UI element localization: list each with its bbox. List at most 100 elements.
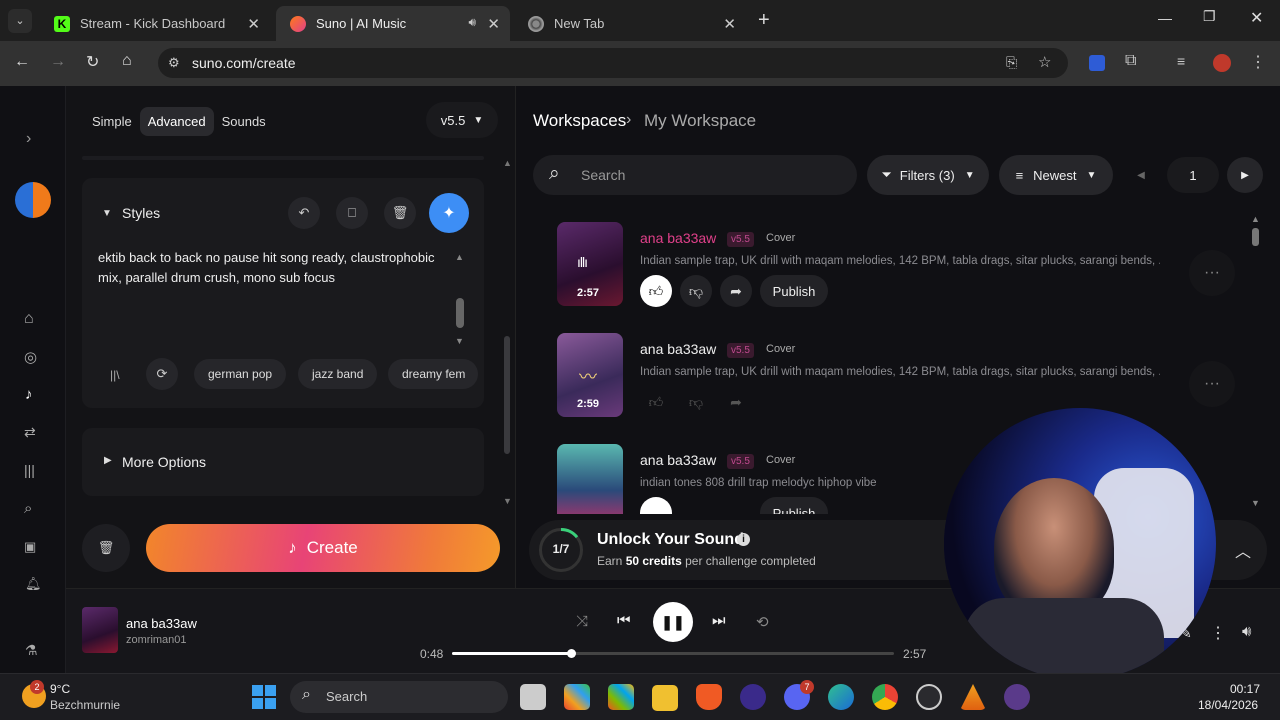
search-icon[interactable]: ⌕ (24, 500, 32, 517)
seek-bar[interactable] (452, 649, 894, 658)
chevron-up-icon[interactable]: ︿ (1235, 538, 1251, 562)
profile-avatar[interactable] (1213, 54, 1231, 72)
version-select[interactable]: v5.5 ▼ (426, 102, 498, 138)
shuffle-icon[interactable]: ⤨ (576, 613, 588, 630)
tab-suno[interactable]: Suno | AI Music 🔊︎ ✕ (276, 6, 510, 41)
publish-button[interactable]: Publish (760, 497, 828, 514)
clock-time[interactable]: 00:17 (1230, 682, 1260, 696)
install-icon[interactable]: ⎘ (1006, 54, 1017, 71)
brave-icon[interactable] (696, 684, 722, 710)
user-avatar[interactable] (15, 182, 51, 218)
widgets-icon[interactable] (564, 684, 590, 710)
site-info-icon[interactable]: ⚙ (168, 55, 180, 71)
more-options-icon[interactable]: ··· (1189, 361, 1235, 407)
extensions-icon[interactable]: ⧉ (1125, 52, 1136, 70)
info-icon[interactable]: i (737, 533, 750, 546)
trash-icon[interactable]: 🗑︎ (384, 197, 416, 229)
panel-scrollbar-down[interactable]: ▼ (503, 496, 512, 506)
media-control-icon[interactable]: ≡ (1177, 53, 1185, 69)
player-cover[interactable] (82, 607, 118, 653)
player-artist[interactable]: zomriman01 (126, 634, 187, 646)
edge-icon[interactable] (828, 684, 854, 710)
scroll-down-icon[interactable]: ▼ (455, 336, 464, 346)
library-icon[interactable]: ||| (24, 462, 35, 478)
vlc-icon[interactable] (960, 684, 986, 710)
home-icon[interactable]: ⌂ (122, 52, 132, 70)
player-title[interactable]: ana ba33aw (126, 616, 197, 631)
list-scroll-up[interactable]: ▲ (1251, 214, 1260, 224)
tab-kick[interactable]: K Stream - Kick Dashboard ✕ (40, 6, 270, 41)
like-button[interactable]: 👍︎ (640, 386, 672, 418)
more-options-icon[interactable]: ··· (1189, 250, 1235, 296)
list-item[interactable]: ıllı 2:57 ana ba33aw v5.5 Cover Indian s… (557, 222, 1237, 312)
notifications-icon[interactable]: 🔔︎ (25, 576, 42, 592)
create-button[interactable]: ♪ Create (146, 524, 500, 572)
explore-icon[interactable]: ◎ (24, 348, 37, 366)
close-icon[interactable]: ✕ (487, 15, 500, 33)
search-input[interactable]: ⌕ Search (533, 155, 857, 195)
song-cover[interactable]: 〰 2:59 (557, 333, 623, 417)
style-chip[interactable]: german pop (194, 359, 287, 389)
weather-widget[interactable]: 2 9°C Bezchmurnie (18, 680, 128, 714)
next-icon[interactable]: ⏭︎ (712, 612, 726, 629)
minimize-button[interactable]: — (1158, 10, 1172, 26)
dislike-button[interactable]: 👎︎ (680, 386, 712, 418)
forward-icon[interactable]: → (50, 53, 66, 71)
textarea-scrollbar[interactable] (456, 298, 464, 328)
magic-wand-icon[interactable]: ✦ (429, 193, 469, 233)
mode-simple[interactable]: Simple (84, 107, 140, 136)
seek-handle[interactable] (567, 649, 577, 658)
chevron-down-icon[interactable]: ▼ (102, 208, 112, 219)
style-chip[interactable]: dreamy fem (388, 359, 478, 389)
task-view-icon[interactable] (520, 684, 546, 710)
filters-button[interactable]: ⏷ Filters (3) ▼ (867, 155, 989, 195)
studio-icon[interactable]: ⇄ (24, 424, 36, 441)
hooks-icon[interactable]: ▣ (24, 539, 36, 555)
share-button[interactable]: ➦ (720, 386, 752, 418)
reload-icon[interactable]: ↻ (86, 52, 99, 72)
extension-shield-icon[interactable] (1089, 55, 1105, 71)
close-icon[interactable]: ✕ (247, 15, 260, 33)
store-icon[interactable] (608, 684, 634, 710)
undo-icon[interactable]: ↶ (288, 197, 320, 229)
media-player-icon[interactable] (1004, 684, 1030, 710)
expand-sidebar-icon[interactable]: › (26, 130, 31, 148)
like-button[interactable] (640, 497, 672, 514)
song-cover[interactable]: ıllı 2:57 (557, 222, 623, 306)
styles-textarea[interactable]: ektib back to back no pause hit song rea… (98, 248, 450, 288)
library-icon[interactable]: ||\ (110, 368, 120, 382)
pause-button[interactable]: ❚❚ (653, 602, 693, 642)
song-cover[interactable] (557, 444, 623, 514)
song-title[interactable]: ana ba33aw (640, 230, 716, 246)
close-window-button[interactable]: ✕ (1250, 8, 1263, 28)
start-button[interactable] (252, 685, 276, 709)
list-scroll-down[interactable]: ▼ (1251, 498, 1260, 508)
maximize-button[interactable]: ❐ (1203, 8, 1216, 25)
prev-page-button[interactable]: ◀ (1123, 157, 1159, 193)
refresh-icon[interactable]: ⟳ (146, 358, 178, 390)
sort-button[interactable]: ≡ Newest ▼ (999, 155, 1113, 195)
back-icon[interactable]: ← (14, 53, 30, 71)
clock-date[interactable]: 18/04/2026 (1198, 698, 1258, 712)
mode-advanced[interactable]: Advanced (139, 107, 214, 136)
panel-scrollbar-up[interactable]: ▲ (503, 158, 512, 168)
volume-icon[interactable]: 🔊︎ (1242, 623, 1251, 640)
song-title[interactable]: ana ba33aw (640, 452, 716, 468)
tab-search-button[interactable]: ⌄ (8, 9, 32, 33)
list-scrollbar[interactable] (1252, 228, 1259, 246)
style-chip[interactable]: jazz band (298, 359, 378, 389)
close-icon[interactable]: ✕ (723, 15, 736, 33)
labs-icon[interactable]: ⚗ (25, 642, 38, 659)
mode-sounds[interactable]: Sounds (214, 107, 274, 136)
like-button[interactable]: 👍︎ (640, 275, 672, 307)
app-circle-icon[interactable] (740, 684, 766, 710)
previous-icon[interactable]: ⏮︎ (617, 612, 631, 629)
speaker-icon[interactable]: 🔊︎ (468, 15, 476, 30)
panel-scrollbar[interactable] (504, 336, 510, 454)
more-options-card[interactable]: ▶ More Options (82, 428, 484, 496)
song-title[interactable]: ana ba33aw (640, 341, 716, 357)
page-number[interactable]: 1 (1167, 157, 1219, 193)
publish-button[interactable]: Publish (760, 275, 828, 307)
address-bar[interactable]: ⚙ suno.com/create ⎘ ☆ (158, 48, 1068, 78)
taskbar-search[interactable]: ⌕ Search (290, 681, 508, 713)
